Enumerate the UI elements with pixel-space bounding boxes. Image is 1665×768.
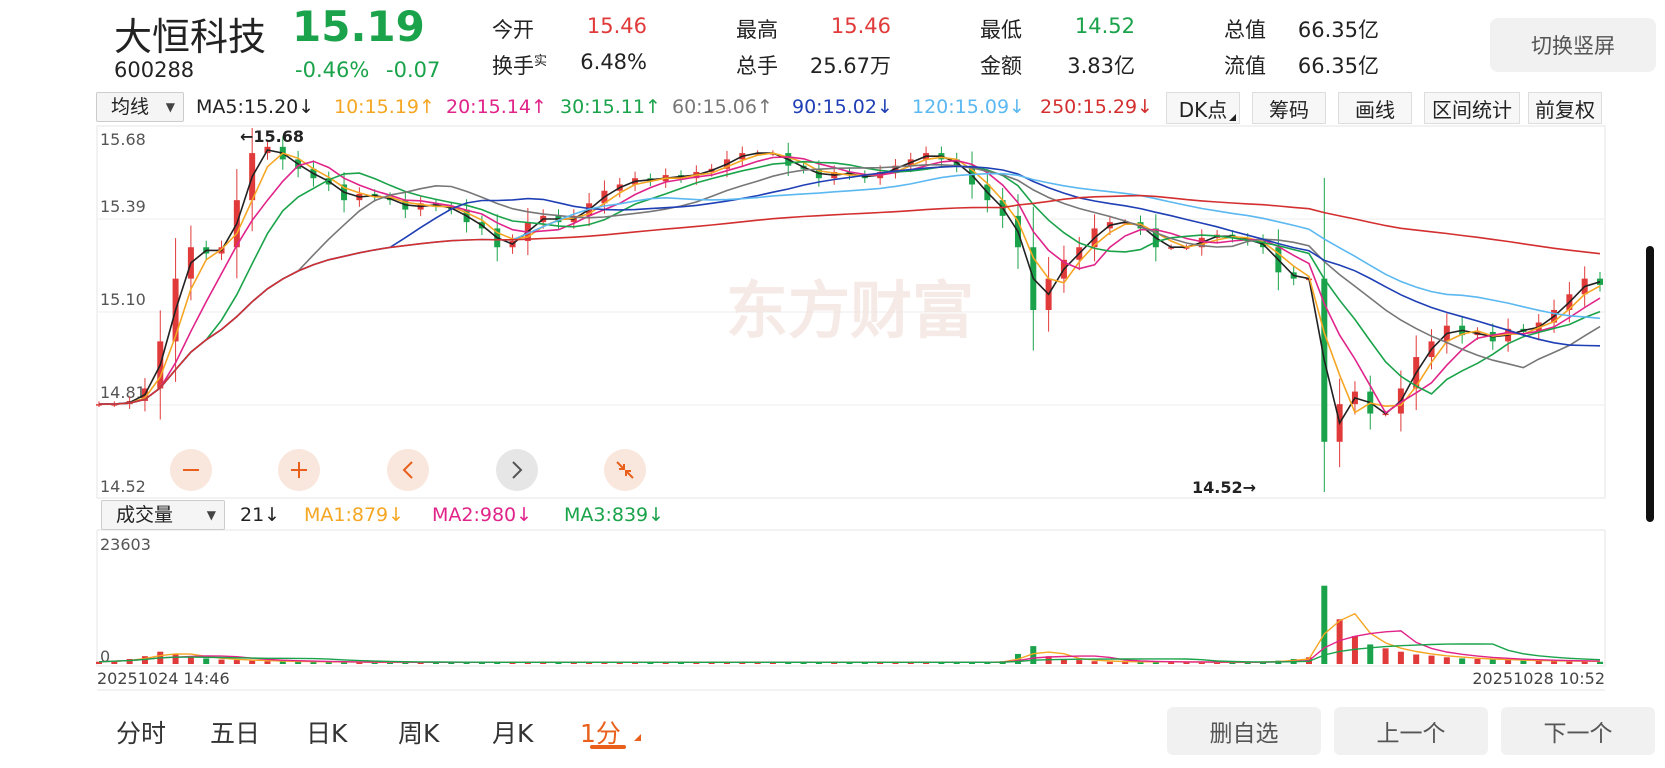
volume-bar [264, 661, 271, 664]
tab-monthly-k[interactable]: 月K [492, 714, 533, 750]
volume-ma-line [98, 612, 1601, 663]
vol-ma3-value: MA3:839↓ [564, 504, 665, 526]
vertical-scrollbar[interactable] [1646, 246, 1654, 522]
volume-bar [1551, 661, 1558, 664]
volume-bar [1321, 585, 1328, 664]
tab-weekly-k[interactable]: 周K [398, 714, 439, 750]
tab-five-day[interactable]: 五日 [210, 714, 260, 750]
volume-bar [1397, 651, 1404, 664]
volume-bar [172, 653, 179, 664]
volume-bar [1520, 660, 1527, 664]
volume-bar [1489, 659, 1496, 664]
delete-watchlist-button[interactable]: 删自选 [1167, 707, 1321, 755]
price-axis-tick: 15.68 [100, 130, 146, 149]
volume-axis-max: 23603 [100, 535, 151, 554]
time-axis-end: 20251028 10:52 [1472, 669, 1605, 688]
volume-current: 21↓ [240, 504, 281, 526]
volume-bar [1106, 661, 1113, 664]
price-axis-tick: 15.10 [100, 290, 146, 309]
volume-select-label: 成交量 [116, 504, 174, 526]
volume-bar [1413, 654, 1420, 664]
volume-bar [203, 658, 210, 664]
caret-down-icon: ▼ [206, 508, 216, 522]
tab-daily-k[interactable]: 日K [306, 714, 347, 750]
chart-area[interactable]: 东方财富 15.68 15.39 15.10 14.81 14.52 ←15.6… [0, 0, 1665, 768]
volume-series-layer [96, 585, 1603, 664]
scroll-left-button[interactable] [387, 449, 429, 491]
volume-panel-frame [96, 529, 1606, 667]
zoom-out-button[interactable] [170, 449, 212, 491]
volume-ma-line [98, 643, 1601, 663]
volume-bar [1597, 661, 1603, 664]
volume-bar [1428, 655, 1435, 664]
dropdown-triangle-icon [634, 734, 641, 741]
volume-bar [1474, 658, 1481, 664]
price-axis-tick: 14.52 [100, 477, 146, 496]
tab-intraday[interactable]: 分时 [116, 714, 166, 750]
active-tab-indicator [590, 745, 626, 749]
reset-zoom-button[interactable] [604, 449, 646, 491]
low-marker: 14.52→ [1192, 478, 1256, 497]
zoom-in-button[interactable] [278, 449, 320, 491]
volume-bar [249, 660, 256, 664]
watermark: 东方财富 [726, 274, 974, 347]
volume-bar [1459, 658, 1466, 664]
high-marker: ←15.68 [240, 127, 304, 146]
price-axis-tick: 15.39 [100, 197, 146, 216]
vol-ma2-value: MA2:980↓ [432, 504, 533, 526]
vol-ma1-value: MA1:879↓ [304, 504, 405, 526]
next-stock-button[interactable]: 下一个 [1501, 707, 1655, 755]
volume-bar [233, 660, 240, 664]
volume-bar [1443, 657, 1450, 664]
time-axis-start: 20251024 14:46 [97, 669, 230, 688]
volume-indicator-select[interactable]: 成交量 ▼ [101, 500, 225, 530]
volume-bar [1076, 660, 1083, 664]
volume-bar [218, 659, 225, 664]
scroll-right-button[interactable] [496, 449, 538, 491]
previous-stock-button[interactable]: 上一个 [1334, 707, 1488, 755]
volume-bar [1505, 660, 1512, 664]
volume-bar [1091, 661, 1098, 664]
volume-bar [1382, 648, 1389, 664]
